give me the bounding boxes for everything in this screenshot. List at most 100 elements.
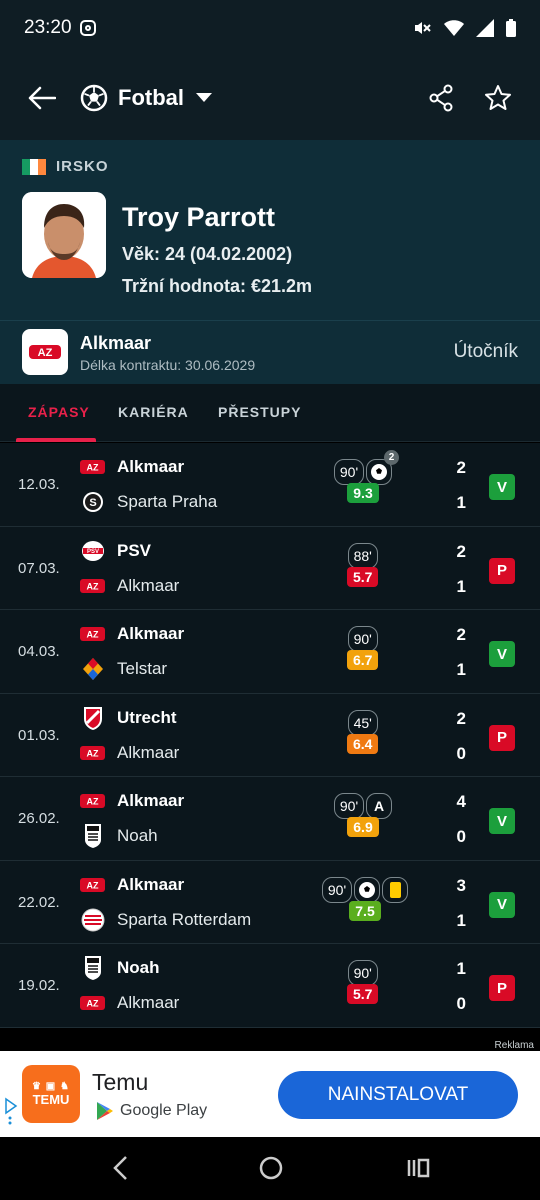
svg-text:AZ: AZ	[87, 797, 99, 807]
ad-choices-icon[interactable]	[4, 1095, 18, 1125]
svg-text:AZ: AZ	[87, 999, 99, 1009]
player-match-stats: 90' 5.7	[347, 960, 379, 1004]
home-team-name: Alkmaar	[117, 874, 185, 894]
top-app-bar: Fotbal	[0, 56, 540, 140]
nav-recents-icon[interactable]	[406, 1155, 432, 1181]
match-row[interactable]: 22.02. AZ Alkmaar Sparta Rotterdam 90' 7…	[0, 860, 540, 944]
svg-text:AZ: AZ	[87, 748, 99, 758]
ad-store: Google Play	[96, 1101, 207, 1121]
match-row[interactable]: 19.02. Noah AZ Alkmaar 90' 5.7 1 0 P	[0, 944, 540, 1028]
assist-indicator: A	[366, 793, 392, 819]
away-team: Noah	[80, 824, 158, 848]
goal-indicator: 2	[366, 450, 399, 485]
contract-length: Délka kontraktu: 30.06.2029	[80, 357, 256, 373]
country-row: IRSKO	[22, 158, 109, 175]
yellow-card-indicator	[382, 876, 408, 903]
temu-logo-glyphs: ♛ ▣ ♞	[32, 1081, 70, 1092]
yellow-card-icon	[389, 881, 401, 898]
az-logo-icon: AZ	[80, 457, 105, 477]
soccer-ball-icon	[359, 881, 375, 898]
minutes-played: 90'	[347, 626, 378, 652]
match-date: 01.03.	[18, 726, 60, 744]
away-team: Sparta Rotterdam	[80, 908, 251, 931]
tab-matches[interactable]: ZÁPASY	[28, 404, 90, 420]
match-row[interactable]: 26.02. AZ Alkmaar Noah 90' A 6.9 4 0 V	[0, 777, 540, 861]
telstar-logo-icon	[80, 658, 105, 680]
away-score: 0	[456, 994, 466, 1013]
match-row[interactable]: 04.03. AZ Alkmaar Telstar 90' 6.7 2 1 V	[0, 610, 540, 694]
home-team-name: Alkmaar	[117, 457, 185, 476]
sparta-rotterdam-logo-icon	[80, 908, 105, 931]
country-name: IRSKO	[56, 158, 109, 175]
ad-banner[interactable]: Reklama ♛ ▣ ♞ TEMU Temu Google Play NAIN…	[0, 1040, 540, 1137]
noah-logo-icon	[80, 824, 105, 848]
nav-back-icon[interactable]	[112, 1155, 130, 1181]
player-match-stats: 45' 6.4	[347, 709, 379, 754]
az-logo-icon: AZ	[80, 993, 105, 1013]
match-date: 19.02.	[18, 977, 60, 994]
google-play-icon	[97, 1102, 113, 1120]
home-team: AZ Alkmaar	[80, 624, 184, 644]
player-rating: 6.7	[347, 650, 379, 670]
home-team: PSV PSV	[80, 540, 151, 561]
az-logo-icon: AZ	[80, 791, 105, 811]
utrecht-logo-icon	[80, 706, 105, 730]
share-icon[interactable]	[428, 84, 454, 112]
svg-text:PSV: PSV	[86, 549, 98, 555]
minutes-played: 90'	[334, 459, 364, 485]
result-badge-loss: P	[489, 557, 515, 584]
player-rating: 5.7	[347, 984, 379, 1004]
match-row[interactable]: 01.03. Utrecht AZ Alkmaar 45' 6.4 2 0 P	[0, 693, 540, 777]
star-icon[interactable]	[484, 84, 512, 112]
svg-text:AZ: AZ	[87, 630, 99, 640]
player-rating: 6.9	[347, 817, 379, 837]
ad-label: Reklama	[494, 1040, 534, 1051]
install-button[interactable]: NAINSTALOVAT	[278, 1071, 518, 1119]
match-date: 04.03.	[18, 643, 60, 660]
nav-home-icon[interactable]	[258, 1155, 284, 1181]
status-bar: 23:20	[0, 0, 540, 56]
player-rating: 5.7	[347, 566, 379, 587]
player-name: Troy Parrott	[122, 202, 276, 232]
player-age: Věk: 24 (04.02.2002)	[122, 244, 293, 264]
away-team: S Sparta Praha	[80, 492, 217, 512]
minutes-played: 88'	[347, 542, 378, 569]
svg-text:S: S	[89, 497, 96, 509]
home-team: AZ Alkmaar	[80, 875, 184, 895]
home-team-name: Noah	[117, 958, 160, 977]
az-logo-icon: AZ	[80, 576, 105, 596]
away-team-name: Alkmaar	[117, 742, 180, 762]
az-logo-icon: AZ	[80, 624, 105, 644]
tab-career[interactable]: KARIÉRA	[118, 404, 189, 420]
sport-selector[interactable]: Fotbal	[80, 84, 212, 112]
tab-transfers[interactable]: PŘESTUPY	[218, 404, 301, 420]
player-rating: 6.4	[347, 733, 379, 754]
away-team-name: Noah	[117, 826, 158, 845]
match-row[interactable]: 07.03. PSV PSV AZ Alkmaar 88' 5.7 2 1 P	[0, 526, 540, 610]
away-team: AZ Alkmaar	[80, 743, 179, 763]
mute-icon	[415, 22, 431, 34]
soccer-ball-icon	[80, 84, 108, 112]
az-logo-icon: AZ	[22, 329, 68, 375]
player-match-stats: 90' A 6.9	[334, 793, 392, 837]
minutes-played: 90'	[322, 876, 352, 903]
home-team: AZ Alkmaar	[80, 791, 184, 811]
player-rating: 7.5	[349, 900, 381, 921]
goals-count-badge: 2	[384, 450, 399, 465]
goal-indicator	[354, 876, 380, 903]
player-photo	[22, 192, 106, 278]
player-market-value: Tržní hodnota: €21.2m	[122, 276, 313, 296]
minutes-played: 45'	[347, 709, 378, 736]
back-arrow-icon[interactable]	[28, 86, 56, 110]
home-team: Noah	[80, 956, 160, 980]
battery-icon	[506, 19, 516, 37]
away-score: 1	[456, 910, 466, 930]
ad-store-name: Google Play	[120, 1102, 208, 1119]
match-row[interactable]: 12.03. AZ Alkmaar S Sparta Praha 90' 2 9…	[0, 443, 540, 527]
result-badge-loss: P	[489, 975, 515, 1001]
away-team: Telstar	[80, 658, 167, 680]
away-team-name: Sparta Praha	[117, 492, 218, 511]
temu-logo: ♛ ▣ ♞ TEMU	[22, 1065, 80, 1123]
club-row[interactable]: AZ Alkmaar Délka kontraktu: 30.06.2029 Ú…	[0, 320, 540, 384]
away-score: 0	[456, 827, 466, 846]
